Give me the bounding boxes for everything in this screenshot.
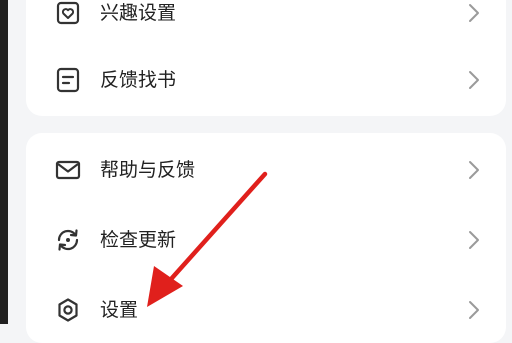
menu-item-interest-settings[interactable]: 兴趣设置 xyxy=(26,0,506,43)
heart-square-icon xyxy=(54,0,82,26)
menu-item-label: 设置 xyxy=(100,299,139,321)
menu-item-check-update[interactable]: 检查更新 xyxy=(26,210,506,270)
refresh-icon xyxy=(54,227,82,253)
menu-card-general: 帮助与反馈 检查更新 设置 xyxy=(26,133,506,343)
document-icon xyxy=(54,67,82,93)
mail-icon xyxy=(54,157,82,183)
chevron-right-icon xyxy=(466,67,482,93)
menu-item-label: 反馈找书 xyxy=(100,69,177,91)
chevron-right-icon xyxy=(466,227,482,253)
menu-item-label: 帮助与反馈 xyxy=(100,159,196,181)
menu-item-help-feedback[interactable]: 帮助与反馈 xyxy=(26,140,506,200)
menu-item-settings[interactable]: 设置 xyxy=(26,280,506,340)
chevron-right-icon xyxy=(466,297,482,323)
menu-item-label: 兴趣设置 xyxy=(100,2,177,24)
left-edge-border xyxy=(0,0,8,324)
gear-icon xyxy=(54,297,82,323)
menu-card-interest: 兴趣设置 反馈找书 xyxy=(26,0,506,116)
chevron-right-icon xyxy=(466,157,482,183)
menu-item-feedback-find-book[interactable]: 反馈找书 xyxy=(26,50,506,110)
menu-item-label: 检查更新 xyxy=(100,229,177,251)
chevron-right-icon xyxy=(466,0,482,26)
